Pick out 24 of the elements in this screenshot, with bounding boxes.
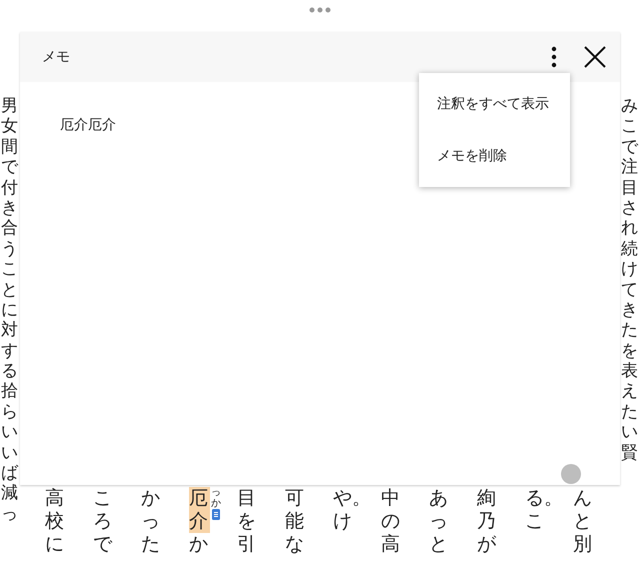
book-text: 高校に	[45, 487, 65, 556]
menu-item[interactable]: メモを削除	[419, 130, 570, 182]
book-text: 中の高	[381, 487, 401, 556]
book-text: 男女間で付き合うことに対する拾らいいば減っ	[1, 96, 19, 524]
highlighted-text[interactable]: 厄介	[189, 487, 210, 533]
book-text: あっと	[429, 487, 449, 556]
dialog-title: メモ	[42, 48, 71, 66]
close-icon	[582, 44, 608, 70]
ruby-text: っか	[210, 487, 221, 509]
handle-icon[interactable]	[309, 7, 331, 13]
book-text: ころで	[93, 487, 114, 556]
close-button[interactable]	[582, 44, 608, 70]
book-text: みこで注目され続けてきたを表えたい賢	[621, 96, 639, 464]
memo-icon[interactable]	[212, 509, 220, 520]
book-text: かった	[141, 487, 161, 556]
menu-item[interactable]: 注釈をすべて表示	[419, 78, 570, 130]
memo-text[interactable]: 厄介厄介	[20, 82, 116, 134]
more-icon	[551, 45, 557, 69]
book-text: か	[189, 532, 209, 556]
scroll-handle[interactable]	[561, 464, 581, 484]
book-text: 可能な	[285, 487, 305, 556]
book-text: 絢乃が	[477, 487, 498, 556]
book-text: 目を引	[237, 487, 257, 556]
book-text: んと別	[573, 487, 593, 556]
